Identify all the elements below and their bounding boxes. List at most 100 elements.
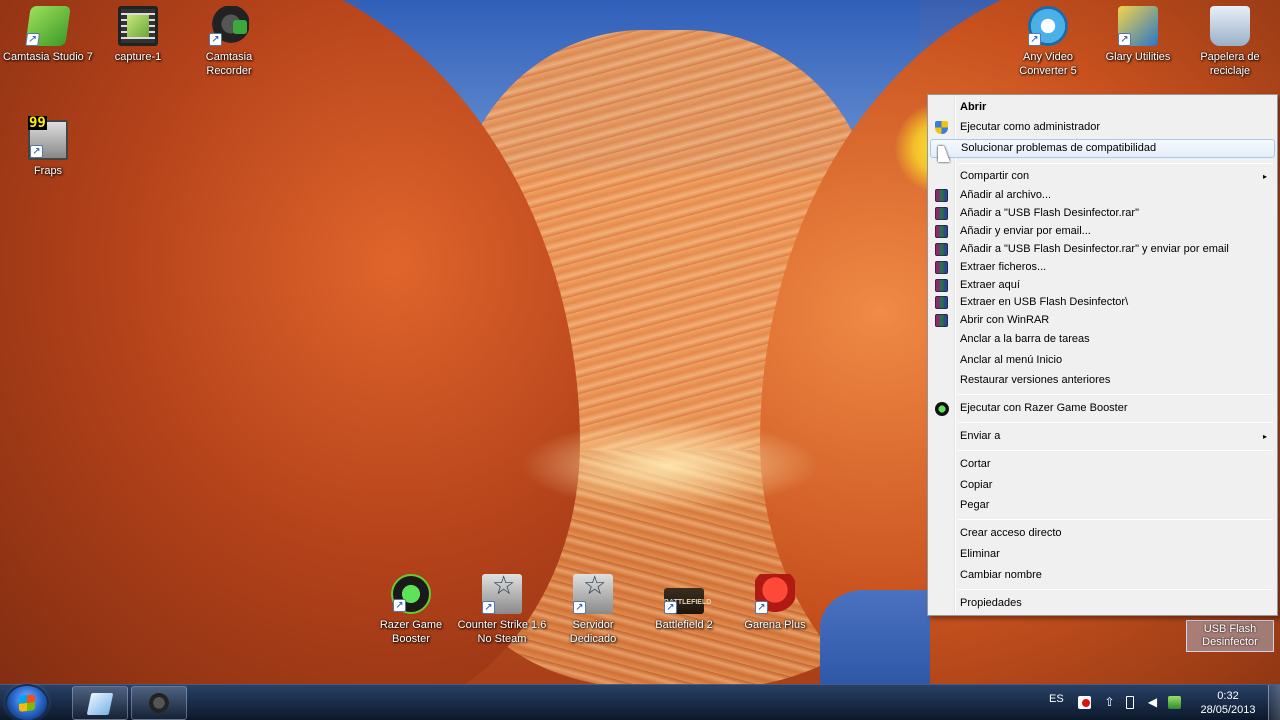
menu-item-label: Copiar (960, 479, 993, 491)
clock[interactable]: 0:32 28/05/2013 (1198, 689, 1258, 717)
clock-date: 28/05/2013 (1200, 704, 1256, 716)
menu-item-open-with-winrar[interactable]: Abrir con WinRAR (930, 311, 1275, 330)
taskbar-camtasia-recorder-button[interactable] (131, 686, 187, 720)
desktop-icon-label: Fraps (33, 165, 63, 177)
desktop-icon-label: Papelera de reciclaje (1200, 51, 1260, 77)
any-video-converter-icon: ↗ (1028, 6, 1068, 46)
film-icon (118, 6, 158, 46)
menu-item-delete[interactable]: Eliminar (930, 545, 1275, 564)
menu-separator (958, 163, 1273, 164)
razer-icon: ↗ (391, 574, 431, 614)
desktop-icon-recycle-bin[interactable]: Papelera de reciclaje (1185, 6, 1275, 78)
desktop-icon-fraps[interactable]: 99 ↗ Fraps (3, 116, 93, 178)
fraps-icon: 99 ↗ (28, 116, 68, 160)
menu-item-label: Enviar a (960, 430, 1001, 442)
desktop-icon-servidor-dedicado[interactable]: ↗ Servidor Dedicado (548, 574, 638, 646)
menu-item-label: Cambiar nombre (960, 569, 1042, 581)
winrar-icon (935, 261, 948, 274)
wallpaper-water (820, 590, 930, 684)
menu-item-label: Añadir a "USB Flash Desinfector.rar" (960, 207, 1139, 219)
recycle-bin-icon (1210, 6, 1250, 46)
menu-item-share-with[interactable]: Compartir con ▸ (930, 167, 1275, 186)
submenu-arrow-icon: ▸ (1262, 172, 1267, 181)
desktop-icon-counter-strike[interactable]: ↗ Counter Strike 1.6 No Steam (457, 574, 547, 646)
menu-item-add-and-email[interactable]: Añadir y enviar por email... (930, 222, 1275, 241)
volume-icon[interactable]: ◀ (1146, 696, 1159, 709)
menu-item-label: Cortar (960, 458, 991, 470)
menu-separator (958, 519, 1273, 520)
action-center-flag-icon[interactable] (1078, 696, 1091, 709)
menu-item-copy[interactable]: Copiar (930, 476, 1275, 495)
menu-item-cut[interactable]: Cortar (930, 455, 1275, 474)
winrar-icon (935, 225, 948, 238)
menu-item-extract-to-folder[interactable]: Extraer en USB Flash Desinfector\ (930, 293, 1275, 312)
shortcut-arrow-icon: ↗ (1118, 33, 1131, 46)
razer-icon (935, 402, 949, 416)
winrar-icon (935, 314, 948, 327)
winrar-icon (935, 189, 948, 202)
menu-item-rename[interactable]: Cambiar nombre (930, 566, 1275, 585)
menu-item-label: Ejecutar como administrador (960, 121, 1101, 133)
desktop-icon-label: capture-1 (114, 51, 162, 63)
desktop-icon-label: Counter Strike 1.6 No Steam (457, 619, 547, 645)
selected-desktop-item[interactable]: USB Flash Desinfector (1186, 620, 1274, 652)
menu-item-abrir[interactable]: Abrir (930, 98, 1275, 117)
shortcut-arrow-icon: ↗ (1028, 33, 1041, 46)
menu-item-troubleshoot-compat[interactable]: Solucionar problemas de compatibilidad (930, 139, 1275, 158)
winrar-icon (935, 207, 948, 220)
menu-item-run-with-razer[interactable]: Ejecutar con Razer Game Booster (930, 399, 1275, 418)
start-button[interactable] (7, 686, 47, 720)
garena-icon: ↗ (755, 574, 795, 614)
desktop-icon-razer-game-booster[interactable]: ↗ Razer Game Booster (366, 574, 456, 646)
desktop-icon-label: Battlefield 2 (655, 619, 713, 631)
desktop-icon-camtasia-recorder[interactable]: ↗ Camtasia Recorder (184, 6, 274, 78)
desktop-icon-glary-utilities[interactable]: ↗ Glary Utilities (1093, 6, 1183, 64)
fraps-badge: 99 (28, 115, 47, 131)
desktop-icon-garena-plus[interactable]: ↗ Garena Plus (730, 574, 820, 632)
glary-utilities-icon: ↗ (1118, 6, 1158, 46)
camtasia-recorder-icon (148, 693, 170, 715)
taskbar: ES ⇧ ◀ 0:32 28/05/2013 (0, 684, 1280, 720)
desktop-icon-label: Garena Plus (744, 619, 806, 631)
show-desktop-button[interactable] (1268, 685, 1280, 720)
menu-item-label: Extraer en USB Flash Desinfector\ (960, 296, 1129, 308)
desktop-icon-capture-1[interactable]: capture-1 (93, 6, 183, 64)
menu-item-run-as-admin[interactable]: Ejecutar como administrador (930, 118, 1275, 137)
battery-icon[interactable] (1126, 696, 1134, 709)
desktop-icon-any-video-converter[interactable]: ↗ Any Video Converter 5 (1003, 6, 1093, 78)
explorer-icon (86, 693, 114, 715)
desktop-icon-label: Camtasia Recorder (205, 51, 253, 77)
menu-item-label: Propiedades (960, 597, 1022, 609)
menu-item-restore-versions[interactable]: Restaurar versiones anteriores (930, 371, 1275, 390)
winrar-icon (935, 296, 948, 309)
menu-item-label: Restaurar versiones anteriores (960, 374, 1111, 386)
menu-separator (958, 589, 1273, 590)
network-icon[interactable] (1168, 696, 1181, 709)
desktop-icon-label: Camtasia Studio 7 (3, 51, 93, 63)
desktop-icon-battlefield-2[interactable]: ↗ Battlefield 2 (639, 574, 729, 632)
battlefield-icon: ↗ (664, 574, 704, 614)
menu-item-send-to[interactable]: Enviar a ▸ (930, 427, 1275, 446)
menu-item-add-to-rar[interactable]: Añadir a "USB Flash Desinfector.rar" (930, 204, 1275, 223)
shortcut-arrow-icon: ↗ (25, 33, 41, 46)
shortcut-arrow-icon: ↗ (482, 601, 495, 614)
taskbar-explorer-button[interactable] (72, 686, 128, 720)
language-indicator[interactable]: ES (1049, 693, 1064, 705)
menu-item-properties[interactable]: Propiedades (930, 594, 1275, 613)
menu-item-paste[interactable]: Pegar (930, 496, 1275, 515)
mouse-pointer-icon (938, 146, 950, 162)
menu-item-add-to-archive[interactable]: Añadir al archivo... (930, 186, 1275, 205)
show-hidden-icons-icon[interactable]: ⇧ (1103, 696, 1116, 709)
shortcut-arrow-icon: ↗ (209, 33, 222, 46)
menu-item-extract-files[interactable]: Extraer ficheros... (930, 258, 1275, 277)
menu-item-label: Añadir a "USB Flash Desinfector.rar" y e… (960, 243, 1229, 255)
wallpaper-glow (520, 420, 820, 510)
menu-item-label: Eliminar (960, 548, 1000, 560)
menu-item-pin-taskbar[interactable]: Anclar a la barra de tareas (930, 330, 1275, 349)
menu-item-add-to-rar-and-email[interactable]: Añadir a "USB Flash Desinfector.rar" y e… (930, 240, 1275, 259)
menu-item-create-shortcut[interactable]: Crear acceso directo (930, 524, 1275, 543)
menu-item-pin-start[interactable]: Anclar al menú Inicio (930, 351, 1275, 370)
desktop-icon-camtasia-studio[interactable]: ↗ Camtasia Studio 7 (3, 6, 93, 64)
camtasia-icon: ↗ (25, 6, 71, 46)
menu-separator (958, 394, 1273, 395)
